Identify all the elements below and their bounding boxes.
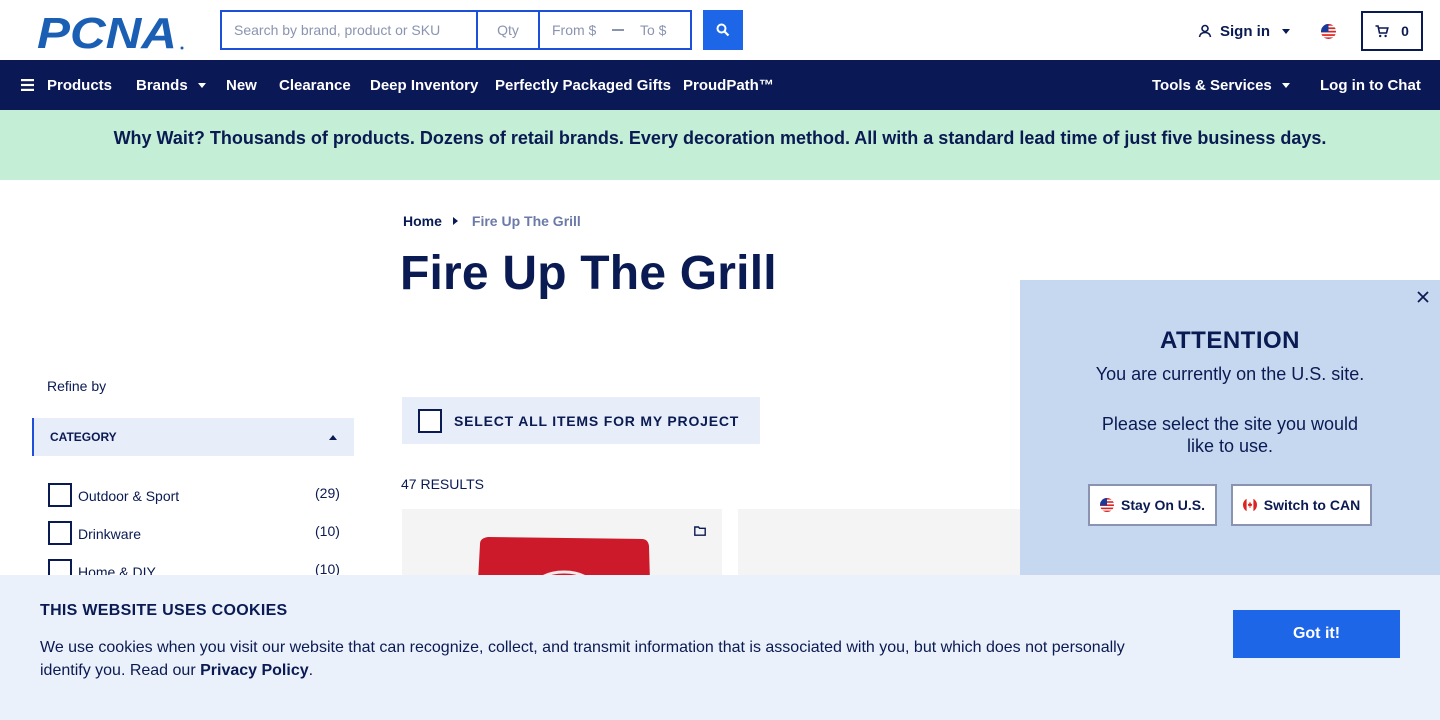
cart-button[interactable]: 0 — [1361, 11, 1423, 51]
filter-label: Drinkware — [78, 526, 142, 542]
cookie-body-end: . — [308, 662, 314, 679]
filter-count: (29) — [315, 485, 340, 501]
hamburger-icon — [21, 79, 34, 91]
search-input[interactable] — [222, 12, 478, 48]
select-all-items-button[interactable]: SELECT ALL ITEMS FOR MY PROJECT — [402, 397, 760, 444]
filter-drinkware[interactable]: Drinkware (10) — [48, 521, 348, 545]
chevron-down-icon — [197, 82, 206, 88]
price-from-input[interactable] — [540, 12, 608, 48]
site-header: PCNA Sign in 0 — [0, 0, 1440, 60]
modal-current-site-text: You are currently on the U.S. site. — [1095, 364, 1365, 384]
nav-products-label: Products — [47, 76, 113, 94]
cart-count: 0 — [1401, 23, 1409, 39]
nav-products[interactable]: Products — [21, 60, 112, 110]
filter-label: Outdoor & Sport — [78, 488, 180, 504]
search-bar — [220, 10, 692, 50]
logo-text: PCNA — [37, 13, 177, 51]
promo-banner: Why Wait? Thousands of products. Dozens … — [0, 110, 1440, 180]
nav-tools-label: Tools & Services — [1152, 76, 1272, 94]
modal-title: ATTENTION — [1159, 327, 1301, 354]
privacy-policy-link[interactable]: Privacy Policy — [200, 662, 309, 679]
nav-new[interactable]: New — [226, 60, 257, 110]
promo-text: Why Wait? Thousands of products. Dozens … — [113, 128, 1327, 148]
nav-clearance[interactable]: Clearance — [279, 60, 351, 110]
cart-icon — [1375, 24, 1389, 37]
select-all-checkbox[interactable] — [418, 408, 442, 433]
nav-tools-services[interactable]: Tools & Services — [1152, 60, 1290, 110]
main-nav: Products Brands New Clearance Deep Inven… — [0, 60, 1440, 110]
chevron-down-icon — [1281, 82, 1290, 88]
chevron-up-icon — [329, 435, 337, 440]
close-icon[interactable] — [1416, 290, 1430, 304]
chevron-right-icon — [452, 217, 458, 225]
us-flag-icon — [1099, 498, 1114, 512]
sign-in-menu[interactable]: Sign in — [1198, 20, 1290, 42]
stay-on-us-button[interactable]: Stay On U.S. — [1088, 484, 1217, 526]
cookie-title: THIS WEBSITE USES COOKIES — [40, 602, 288, 619]
switch-to-can-label: Switch to CAN — [1263, 497, 1361, 513]
cookie-message: We use cookies when you visit our websit… — [40, 636, 1150, 682]
refine-by-label: Refine by — [47, 378, 107, 394]
breadcrumb-home[interactable]: Home — [403, 213, 442, 229]
price-to-input[interactable] — [628, 12, 690, 48]
nav-brands[interactable]: Brands — [136, 60, 206, 110]
nav-perfectly-packaged-gifts[interactable]: Perfectly Packaged Gifts — [495, 60, 671, 110]
category-filter-header[interactable]: CATEGORY — [32, 418, 354, 456]
folder-icon[interactable] — [694, 526, 706, 536]
page-title: Fire Up The Grill — [400, 247, 777, 300]
switch-to-can-button[interactable]: Switch to CAN — [1231, 484, 1372, 526]
chevron-down-icon — [1282, 28, 1290, 34]
nav-brands-label: Brands — [136, 76, 188, 94]
canada-flag-icon — [1242, 498, 1257, 512]
filter-checkbox[interactable] — [48, 521, 72, 545]
cookie-banner: THIS WEBSITE USES COOKIES We use cookies… — [0, 575, 1440, 720]
filter-outdoor-sport[interactable]: Outdoor & Sport (29) — [48, 483, 348, 507]
filter-checkbox[interactable] — [48, 483, 72, 507]
results-count: 47 RESULTS — [401, 476, 484, 492]
got-it-button[interactable]: Got it! — [1233, 610, 1400, 658]
breadcrumb-current: Fire Up The Grill — [471, 213, 581, 229]
nav-log-in-to-chat[interactable]: Log in to Chat — [1320, 60, 1421, 110]
qty-input[interactable] — [478, 12, 540, 48]
nav-proudpath[interactable]: ProudPath™ — [683, 60, 774, 110]
breadcrumb: Home Fire Up The Grill — [403, 213, 581, 229]
pcna-logo[interactable]: PCNA — [37, 13, 185, 51]
sign-in-label: Sign in — [1220, 22, 1270, 40]
us-flag-icon[interactable] — [1321, 24, 1336, 39]
category-header-label: CATEGORY — [50, 430, 117, 444]
stay-on-us-label: Stay On U.S. — [1120, 497, 1206, 513]
price-range-dash — [608, 12, 628, 48]
search-button[interactable] — [703, 10, 743, 50]
search-icon — [716, 23, 730, 37]
modal-prompt-text: Please select the site you would like to… — [1101, 414, 1359, 456]
filter-count: (10) — [315, 523, 340, 539]
site-selection-modal: ATTENTION You are currently on the U.S. … — [1020, 280, 1440, 580]
user-icon — [1198, 24, 1212, 38]
select-all-label: SELECT ALL ITEMS FOR MY PROJECT — [454, 412, 740, 429]
nav-deep-inventory[interactable]: Deep Inventory — [370, 60, 478, 110]
